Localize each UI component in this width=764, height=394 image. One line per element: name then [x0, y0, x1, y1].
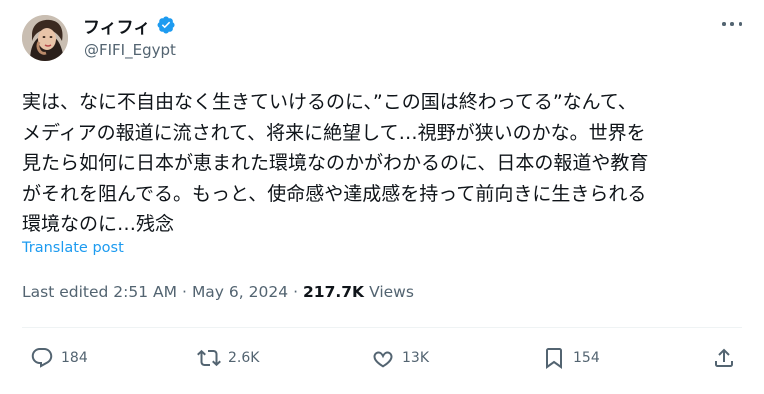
like-button[interactable]: 13K: [371, 343, 429, 373]
share-icon: [712, 346, 736, 370]
reply-icon: [30, 346, 54, 370]
translate-post-link[interactable]: Translate post: [22, 240, 124, 256]
divider: [22, 327, 742, 328]
bookmark-icon: [542, 346, 566, 370]
tweet-text-line: メディアの報道に流されて、将来に絶望して…視野が狭いのかな。世界を: [22, 121, 646, 144]
tweet-text-line: 見たら如何に日本が恵まれた環境なのかがわかるのに、日本の報道や教育: [22, 152, 649, 174]
tweet-text-line: 実は、なに不自由なく生きていけるのに、”この国は終わってる”なんて、: [22, 91, 637, 113]
like-count: 13K: [402, 350, 429, 366]
meta-separator: ·: [182, 283, 187, 301]
meta-separator: ·: [293, 283, 299, 301]
reply-count: 184: [61, 350, 88, 366]
share-button[interactable]: [712, 343, 736, 373]
action-bar: 184 2.6K 13K 154: [0, 343, 764, 373]
tweet-card: フィフィ @FIFI_Egypt 実は、なに不自由なく生きていけるのに、”この国…: [0, 0, 764, 394]
repost-icon: [197, 346, 221, 370]
tweet-meta: Last edited 2:51 AM · May 6, 2024 · 217.…: [22, 283, 414, 301]
repost-count: 2.6K: [228, 350, 260, 366]
views-label: Views: [369, 283, 414, 301]
repost-button[interactable]: 2.6K: [197, 343, 259, 373]
reply-button[interactable]: 184: [30, 343, 88, 373]
views-count[interactable]: 217.7K: [303, 283, 364, 301]
bookmark-button[interactable]: 154: [542, 343, 600, 373]
tweet-text-line: がそれを阻んでる。もっと、使命感や達成感を持って前向きに生きられる: [22, 182, 647, 205]
edited-timestamp[interactable]: Last edited 2:51 AM: [22, 283, 177, 301]
user-handle[interactable]: @FIFI_Egypt: [84, 41, 176, 59]
display-name-row: フィフィ: [83, 13, 176, 38]
more-icon[interactable]: [718, 14, 746, 34]
verified-badge-icon[interactable]: [156, 15, 176, 35]
bookmark-count: 154: [573, 350, 600, 366]
tweet-text: 実は、なに不自由なく生きていけるのに、”この国は終わってる”なんて、 メディアの…: [22, 87, 747, 240]
avatar[interactable]: [22, 15, 68, 61]
tweet-text-line: 環境なのに…残念: [22, 213, 175, 235]
like-icon: [371, 346, 395, 370]
display-name[interactable]: フィフィ: [83, 13, 150, 38]
post-date[interactable]: May 6, 2024: [192, 283, 288, 301]
